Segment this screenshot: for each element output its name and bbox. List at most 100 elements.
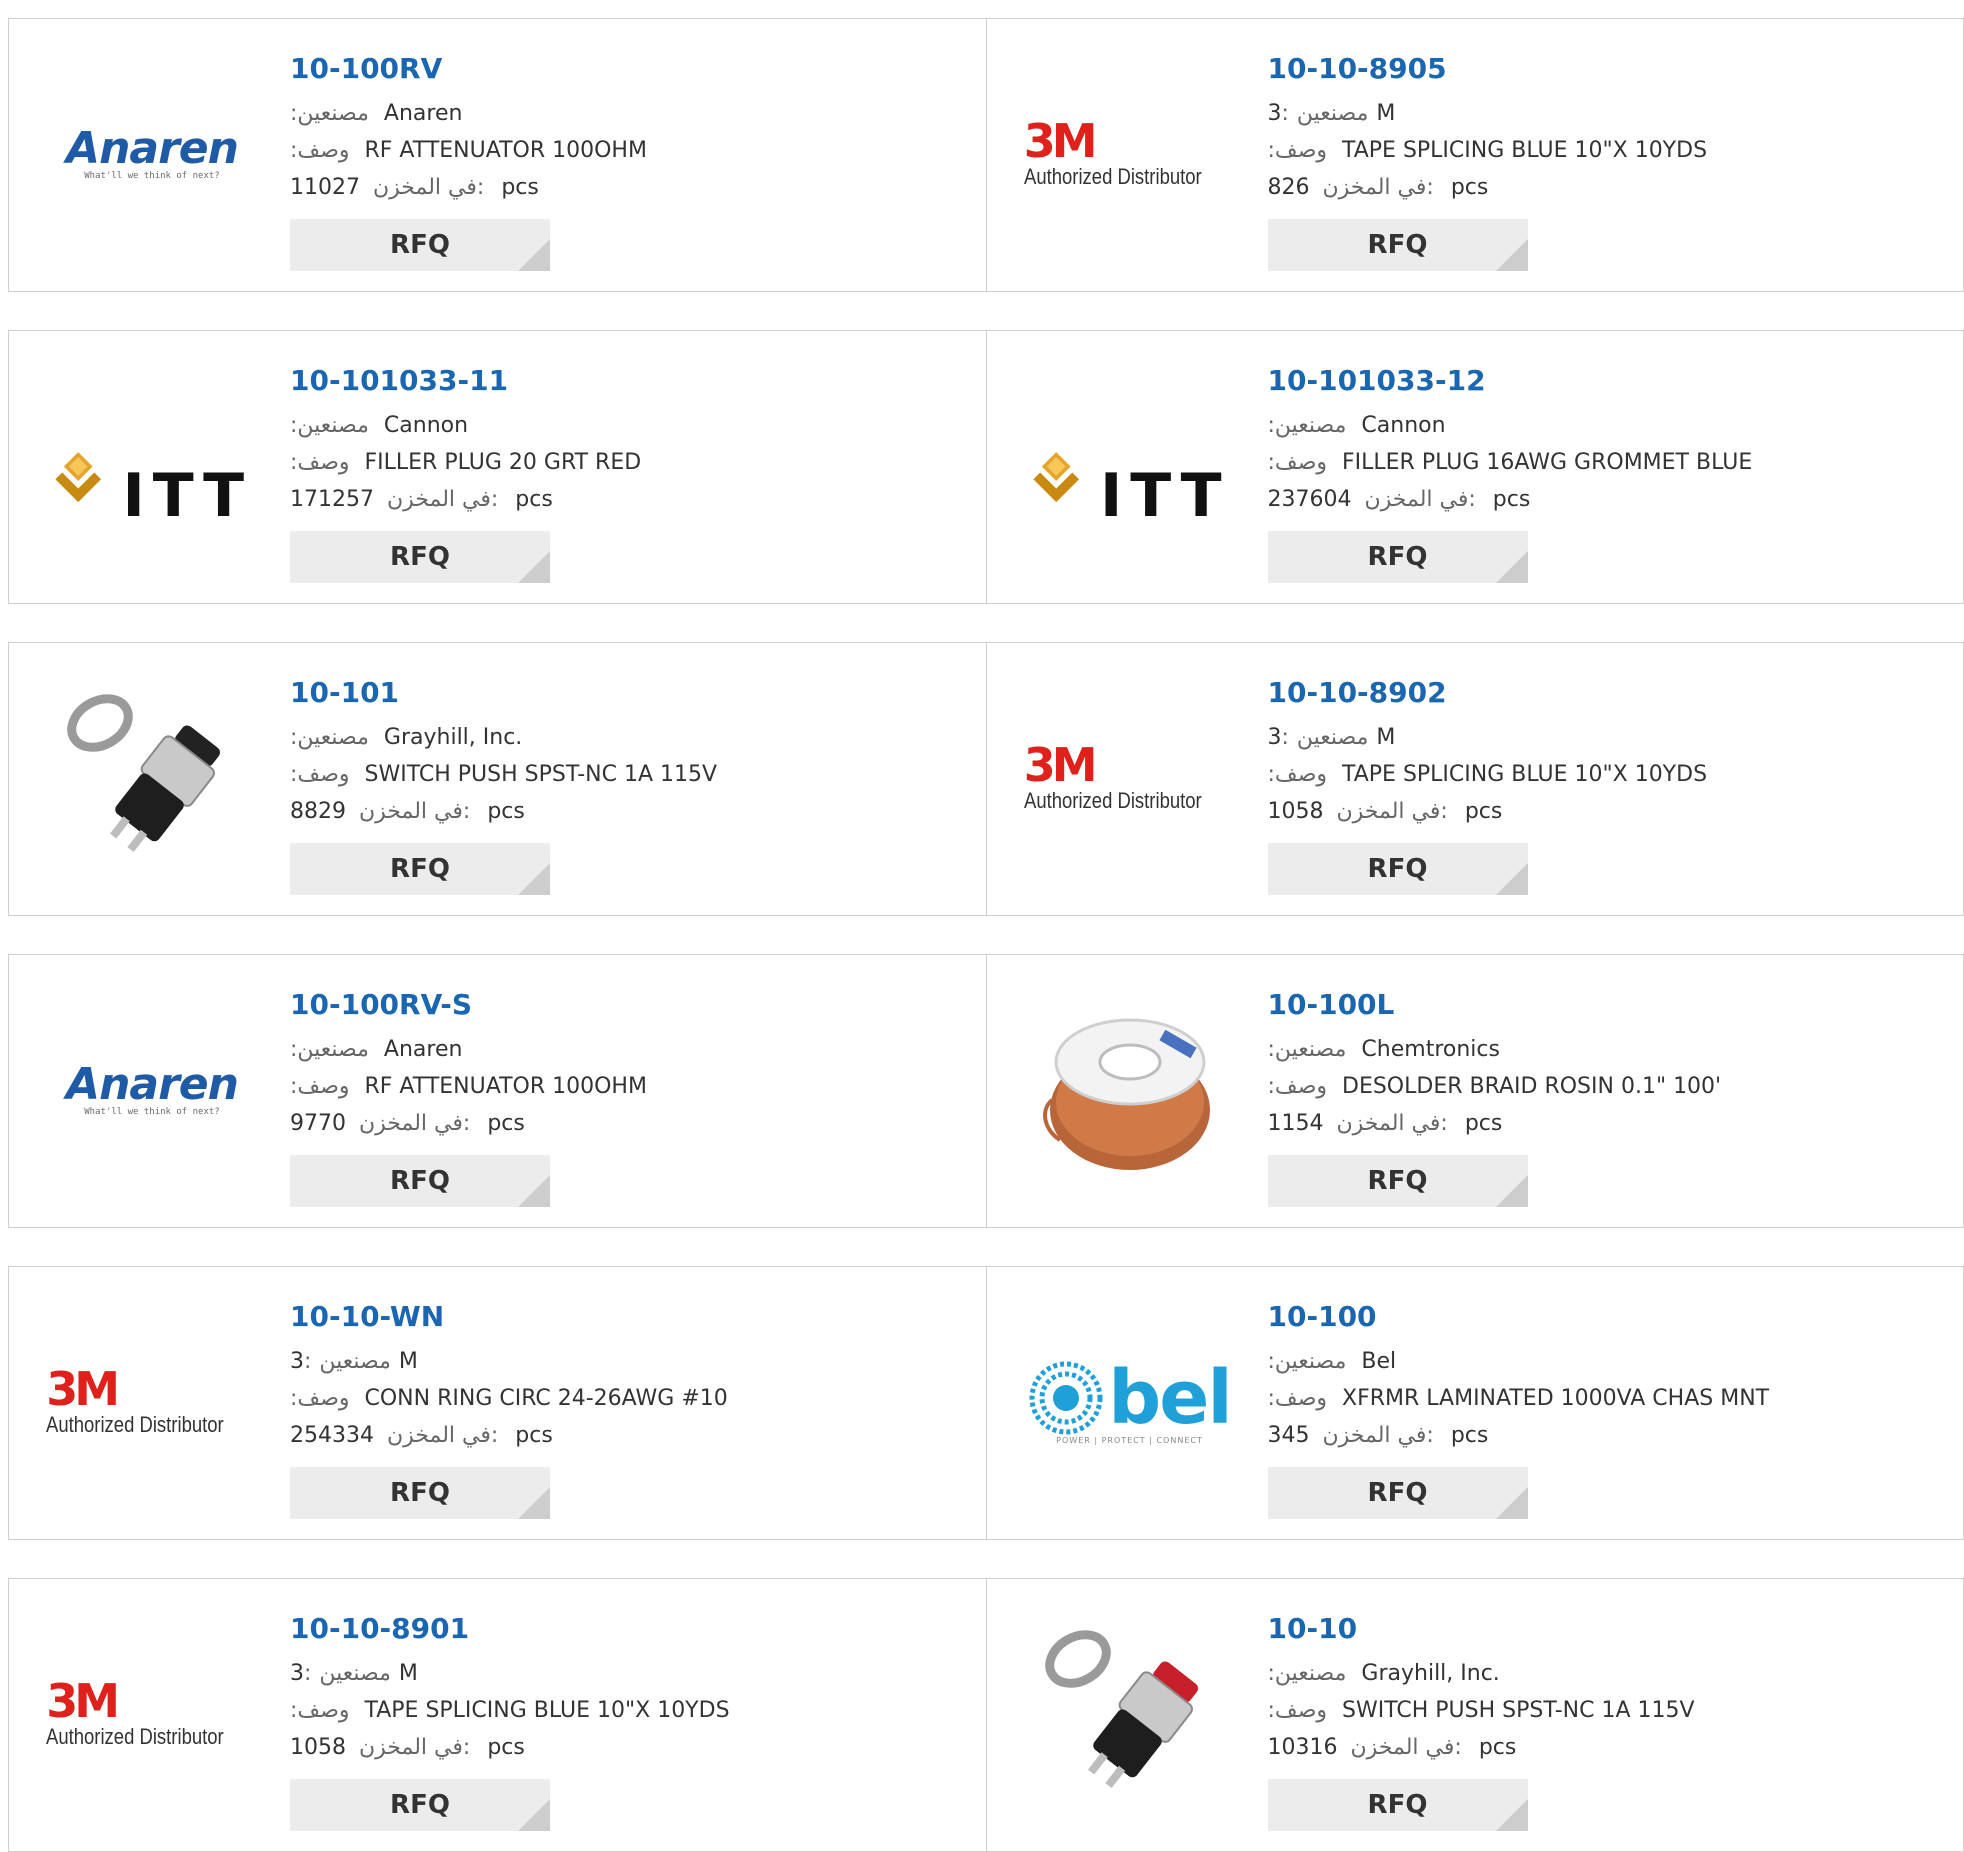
product-card: 10-10 :مصنعين Grayhill, Inc. :وصف SWITCH… bbox=[985, 1579, 1964, 1851]
rfq-corner-icon bbox=[1495, 239, 1528, 271]
stock-label: في المخزن: bbox=[386, 1423, 499, 1448]
rfq-button[interactable]: RFQ bbox=[1267, 531, 1528, 583]
product-card: 10-101 :مصنعين Grayhill, Inc. :وصف SWITC… bbox=[9, 643, 986, 915]
manufacturer-line: :مصنعين Chemtronics bbox=[1268, 1031, 1928, 1068]
manufacturer-line: :مصنعين Cannon bbox=[290, 407, 950, 444]
rfq-corner-icon bbox=[1495, 1175, 1528, 1207]
product-row: Anaren What'll we think of next? 10-100R… bbox=[8, 18, 1964, 292]
manufacturer-logo: bel POWER | PROTECT | CONNECT bbox=[1025, 1307, 1235, 1497]
description-line: :وصف TAPE SPLICING BLUE 10"X 10YDS bbox=[1268, 132, 1928, 169]
rfq-corner-icon bbox=[518, 1487, 550, 1519]
rfq-corner-icon bbox=[518, 1799, 550, 1831]
description-label: :وصف bbox=[290, 1386, 350, 1411]
manufacturer-line: 3في المخزن::مصنعينM bbox=[1267, 101, 1396, 126]
part-number-link[interactable]: 10-100RV-S bbox=[290, 985, 950, 1025]
stock-value: 9770 bbox=[290, 1111, 346, 1136]
manufacturer-logo: 3M Authorized Distributor bbox=[1024, 59, 1235, 249]
manufacturer-value: Anaren bbox=[383, 101, 463, 126]
product-card: Anaren What'll we think of next? 10-100R… bbox=[9, 955, 986, 1227]
description-value: RF ATTENUATOR 100OHM bbox=[364, 1074, 647, 1099]
rfq-label: RFQ bbox=[390, 1166, 450, 1196]
3m-authorized-distributor-logo: 3M Authorized Distributor bbox=[1023, 738, 1202, 813]
rfq-label: RFQ bbox=[1367, 542, 1428, 572]
manufacturer-logo bbox=[47, 683, 257, 873]
product-card: bel POWER | PROTECT | CONNECT 10-100 :مص… bbox=[985, 1267, 1964, 1539]
part-number-link[interactable]: 10-10-8902 bbox=[1268, 673, 1928, 713]
stock-unit: pcs bbox=[1492, 487, 1531, 512]
product-row: 3M Authorized Distributor 10-10-8901 3في… bbox=[8, 1578, 1964, 1852]
stock-value: 1058 bbox=[1267, 799, 1324, 824]
stock-value: 826 bbox=[1267, 175, 1310, 200]
manufacturer-label: مصنعين bbox=[319, 1349, 391, 1374]
part-number-link[interactable]: 10-10 bbox=[1268, 1609, 1928, 1649]
description-value: TAPE SPLICING BLUE 10"X 10YDS bbox=[1342, 762, 1708, 787]
rfq-corner-icon bbox=[518, 551, 550, 583]
part-number-link[interactable]: 10-10-WN bbox=[290, 1297, 950, 1337]
stock-label: في المخزن: bbox=[1350, 1735, 1462, 1760]
rfq-button[interactable]: RFQ bbox=[290, 843, 550, 895]
manufacturer-line: :مصنعين Cannon bbox=[1268, 407, 1928, 444]
part-number-link[interactable]: 10-101033-11 bbox=[290, 361, 950, 401]
anaren-logo: Anaren What'll we think of next? bbox=[66, 123, 239, 182]
rfq-button[interactable]: RFQ bbox=[1267, 1155, 1528, 1207]
stock-unit: pcs bbox=[501, 175, 539, 200]
part-number-link[interactable]: 10-101033-12 bbox=[1268, 361, 1928, 401]
rfq-button[interactable]: RFQ bbox=[1267, 1467, 1528, 1519]
description-value: XFRMR LAMINATED 1000VA CHAS MNT bbox=[1342, 1386, 1770, 1411]
rfq-button[interactable]: RFQ bbox=[1267, 219, 1528, 271]
product-info: 10-10-8905 3في المخزن::مصنعينM :وصف TAPE… bbox=[1268, 49, 1928, 206]
product-info: 10-10-8902 3في المخزن::مصنعينM :وصف TAPE… bbox=[1268, 673, 1928, 830]
product-row: ITT 10-101033-11 :مصنعين Cannon :وصف FIL… bbox=[8, 330, 1964, 604]
rfq-button[interactable]: RFQ bbox=[1267, 843, 1528, 895]
part-number-link[interactable]: 10-101 bbox=[290, 673, 950, 713]
stock-label: في المخزن: bbox=[359, 1735, 471, 1760]
description-label: :وصف bbox=[1267, 1074, 1328, 1099]
description-value: RF ATTENUATOR 100OHM bbox=[364, 138, 647, 163]
stock-line: 1154 في المخزن: pcs bbox=[1268, 1105, 1928, 1142]
manufacturer-logo: 3M Authorized Distributor bbox=[46, 1307, 257, 1497]
description-value: CONN RING CIRC 24-26AWG #10 bbox=[364, 1386, 728, 1411]
stock-value: 8829 bbox=[290, 799, 346, 824]
description-line: :وصف SWITCH PUSH SPST-NC 1A 115V bbox=[1268, 1692, 1928, 1729]
product-card: 3M Authorized Distributor 10-10-8901 3في… bbox=[9, 1579, 986, 1851]
part-number-link[interactable]: 10-100RV bbox=[290, 49, 950, 89]
product-row: Anaren What'll we think of next? 10-100R… bbox=[8, 954, 1964, 1228]
stock-line: 171257 في المخزن: pcs bbox=[290, 481, 950, 518]
description-value: SWITCH PUSH SPST-NC 1A 115V bbox=[364, 762, 718, 787]
description-label: :وصف bbox=[290, 138, 350, 163]
manufacturer-logo: ITT bbox=[1025, 371, 1235, 561]
manufacturer-line: 3في المخزن::مصنعينM bbox=[290, 1349, 418, 1374]
stock-line: 10316 في المخزن: pcs bbox=[1268, 1729, 1928, 1766]
part-number-link[interactable]: 10-10-8901 bbox=[290, 1609, 950, 1649]
product-info: 10-10-WN 3في المخزن::مصنعينM :وصف CONN R… bbox=[290, 1297, 950, 1454]
rfq-button[interactable]: RFQ bbox=[290, 1779, 550, 1831]
stock-unit: pcs bbox=[1450, 175, 1489, 200]
stock-unit: pcs bbox=[515, 1423, 553, 1448]
manufacturer-label: :مصنعين bbox=[1267, 1661, 1347, 1686]
stock-line: 237604 في المخزن: pcs bbox=[1268, 481, 1928, 518]
description-value: TAPE SPLICING BLUE 10"X 10YDS bbox=[364, 1698, 730, 1723]
rfq-button[interactable]: RFQ bbox=[290, 1155, 550, 1207]
rfq-button[interactable]: RFQ bbox=[290, 1467, 550, 1519]
product-info: 10-100L :مصنعين Chemtronics :وصف DESOLDE… bbox=[1268, 985, 1928, 1142]
product-card: 3M Authorized Distributor 10-10-8905 3في… bbox=[985, 19, 1964, 291]
description-value: DESOLDER BRAID ROSIN 0.1" 100' bbox=[1342, 1074, 1722, 1099]
rfq-label: RFQ bbox=[390, 230, 450, 260]
stock-label: في المخزن: bbox=[1364, 487, 1476, 512]
rfq-button[interactable]: RFQ bbox=[1267, 1779, 1528, 1831]
stock-line: 8829 في المخزن: pcs bbox=[290, 793, 950, 830]
product-card: ITT 10-101033-11 :مصنعين Cannon :وصف FIL… bbox=[9, 331, 986, 603]
rfq-corner-icon bbox=[518, 239, 550, 271]
part-number-link[interactable]: 10-100L bbox=[1268, 985, 1928, 1025]
description-line: :وصف CONN RING CIRC 24-26AWG #10 bbox=[290, 1380, 950, 1417]
rfq-button[interactable]: RFQ bbox=[290, 219, 550, 271]
stock-label: في المخزن: bbox=[386, 487, 499, 512]
description-label: :وصف bbox=[290, 762, 350, 787]
manufacturer-label: مصنعين bbox=[319, 1661, 391, 1686]
product-info: 10-101 :مصنعين Grayhill, Inc. :وصف SWITC… bbox=[290, 673, 950, 830]
push-switch-red-image bbox=[1044, 1630, 1198, 1789]
desolder-braid-spool-image bbox=[1042, 1018, 1210, 1170]
part-number-link[interactable]: 10-100 bbox=[1268, 1297, 1928, 1337]
rfq-button[interactable]: RFQ bbox=[290, 531, 550, 583]
part-number-link[interactable]: 10-10-8905 bbox=[1268, 49, 1928, 89]
